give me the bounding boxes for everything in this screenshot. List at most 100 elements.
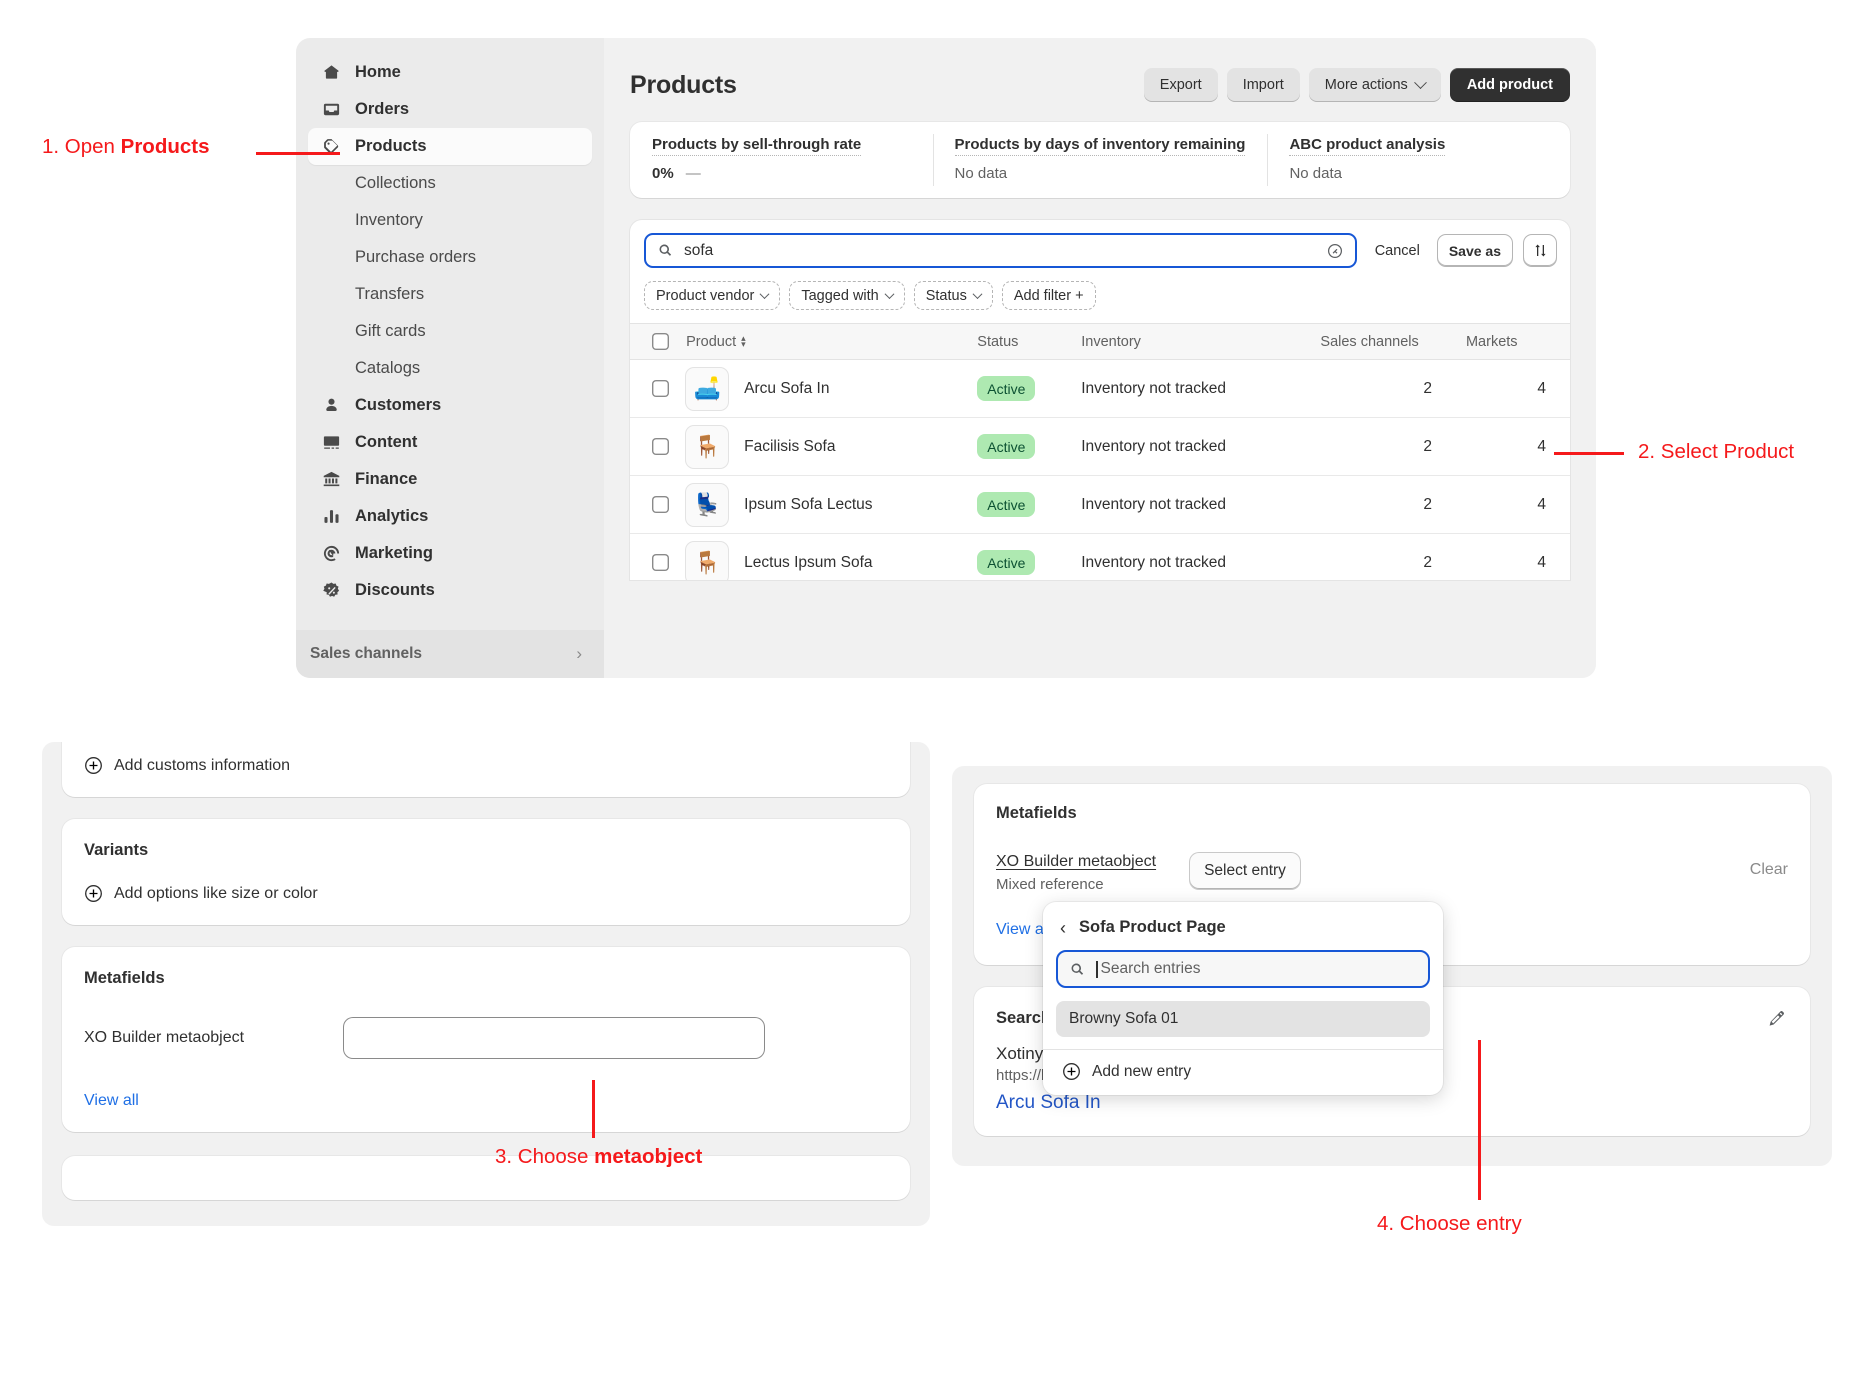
add-options-link[interactable]: Add options like size or color (84, 884, 888, 903)
annotation-leader-1 (256, 152, 340, 155)
insight-sell-through[interactable]: Products by sell-through rate 0% — (630, 122, 933, 198)
seo-product-link[interactable]: Arcu Sofa In (996, 1092, 1788, 1114)
column-inventory: Inventory (1081, 324, 1320, 360)
insight-abc-analysis[interactable]: ABC product analysis No data (1267, 122, 1570, 198)
annotation-step-1: 1. Open Products (42, 135, 210, 159)
sidebar-item-transfers[interactable]: Transfers (308, 276, 592, 313)
annotation-step-4: 4. Choose entry (1377, 1212, 1522, 1236)
product-name[interactable]: Lectus Ipsum Sofa (744, 554, 872, 572)
chip-label: Tagged with (801, 288, 878, 304)
add-customs-information-link[interactable]: Add customs information (84, 756, 888, 775)
more-actions-button[interactable]: More actions (1309, 68, 1441, 102)
table-row[interactable]: 🪑 Facilisis Sofa Active Inventory not tr… (630, 418, 1570, 476)
metafield-name[interactable]: XO Builder metaobject (996, 853, 1156, 871)
filter-tagged-with[interactable]: Tagged with (789, 281, 904, 310)
sidebar-item-discounts[interactable]: Discounts (308, 572, 592, 609)
table-row[interactable]: 💺 Ipsum Sofa Lectus Active Inventory not… (630, 476, 1570, 534)
sidebar-item-customers[interactable]: Customers (308, 387, 592, 424)
product-name[interactable]: Ipsum Sofa Lectus (744, 496, 872, 514)
select-all-header (630, 324, 686, 360)
metafield-row: XO Builder metaobject Mixed reference Se… (996, 853, 1788, 893)
insight-trend: — (686, 165, 701, 182)
row-markets-cell: 4 (1466, 534, 1570, 581)
metafield-input[interactable] (344, 1018, 764, 1058)
row-checkbox[interactable] (652, 380, 669, 397)
insight-days-inventory[interactable]: Products by days of inventory remaining … (933, 122, 1268, 198)
product-thumbnail: 🪑 (686, 542, 728, 581)
filter-product-vendor[interactable]: Product vendor (644, 281, 780, 310)
row-markets-cell: 4 (1466, 418, 1570, 476)
sidebar-item-gift-cards[interactable]: Gift cards (308, 313, 592, 350)
sidebar-item-products[interactable]: Products (308, 128, 592, 165)
sort-button[interactable] (1524, 235, 1556, 266)
view-all-link[interactable]: View all (84, 1092, 888, 1110)
sidebar-item-finance[interactable]: Finance (308, 461, 592, 498)
screenshot-stage: Home Orders Products Collections Invento… (0, 0, 1873, 1383)
insight-value: No data (955, 165, 1008, 182)
row-checkbox[interactable] (652, 438, 669, 455)
sidebar-item-label: Content (355, 433, 417, 452)
sidebar-item-orders[interactable]: Orders (308, 91, 592, 128)
table-header: Product▴▾ Status Inventory Sales channel… (630, 324, 1570, 360)
select-all-checkbox[interactable] (652, 333, 669, 350)
row-select-cell (630, 360, 686, 418)
sidebar-sales-channels[interactable]: Sales channels › (296, 630, 604, 678)
annotation-step-2: 2. Select Product (1638, 440, 1794, 464)
sidebar-item-marketing[interactable]: Marketing (308, 535, 592, 572)
search-input[interactable]: sofa (644, 233, 1357, 268)
search-value: sofa (684, 242, 1316, 260)
filter-status[interactable]: Status (914, 281, 993, 310)
row-status-cell: Active (977, 418, 1081, 476)
save-as-button[interactable]: Save as (1438, 235, 1512, 266)
clear-search-icon[interactable] (1326, 242, 1344, 260)
clear-button[interactable]: Clear (1750, 853, 1788, 879)
add-product-button[interactable]: Add product (1450, 68, 1570, 102)
sidebar-item-inventory[interactable]: Inventory (308, 202, 592, 239)
chip-label: Add filter + (1014, 288, 1084, 304)
filter-add-filter[interactable]: Add filter + (1002, 281, 1096, 310)
sidebar-item-label: Collections (355, 174, 436, 193)
table-row[interactable]: 🪑 Lectus Ipsum Sofa Active Inventory not… (630, 534, 1570, 581)
back-chevron-icon[interactable]: ‹ (1060, 919, 1066, 937)
sidebar-item-label: Finance (355, 470, 417, 489)
row-sales-channels-cell: 2 (1320, 418, 1466, 476)
row-checkbox[interactable] (652, 496, 669, 513)
select-entry-button[interactable]: Select entry (1190, 853, 1300, 889)
column-product[interactable]: Product▴▾ (686, 324, 977, 360)
customers-icon (322, 396, 341, 415)
import-button[interactable]: Import (1227, 68, 1300, 102)
row-select-cell (630, 418, 686, 476)
row-checkbox[interactable] (652, 554, 669, 571)
add-new-entry-button[interactable]: Add new entry (1056, 1050, 1430, 1085)
product-name[interactable]: Arcu Sofa In (744, 380, 829, 398)
sidebar-item-label: Transfers (355, 285, 424, 304)
entries-search-input[interactable]: Search entries (1056, 950, 1430, 988)
chevron-right-icon: › (576, 644, 582, 664)
row-inventory-cell: Inventory not tracked (1081, 418, 1320, 476)
sidebar-item-collections[interactable]: Collections (308, 165, 592, 202)
chevron-down-icon (760, 289, 770, 299)
table-row[interactable]: 🛋️ Arcu Sofa In Active Inventory not tra… (630, 360, 1570, 418)
sidebar-item-catalogs[interactable]: Catalogs (308, 350, 592, 387)
sidebar-item-analytics[interactable]: Analytics (308, 498, 592, 535)
sales-channels-label: Sales channels (310, 645, 422, 663)
table-header-row: Product▴▾ Status Inventory Sales channel… (630, 324, 1570, 360)
sort-arrows-icon (1532, 242, 1549, 259)
entry-picker-popover: ‹ Sofa Product Page Search entries Brown… (1043, 902, 1443, 1095)
row-status-cell: Active (977, 360, 1081, 418)
sidebar-item-home[interactable]: Home (308, 54, 592, 91)
sidebar-item-purchase-orders[interactable]: Purchase orders (308, 239, 592, 276)
entries-search-placeholder: Search entries (1101, 960, 1201, 978)
plus-circle-icon (1062, 1062, 1081, 1081)
row-product-cell: 💺 Ipsum Sofa Lectus (686, 476, 977, 534)
row-markets-cell: 4 (1466, 476, 1570, 534)
table-body: 🛋️ Arcu Sofa In Active Inventory not tra… (630, 360, 1570, 581)
cancel-button[interactable]: Cancel (1369, 243, 1426, 259)
product-name[interactable]: Facilisis Sofa (744, 438, 835, 456)
products-admin-window: Home Orders Products Collections Invento… (296, 38, 1596, 678)
edit-pencil-icon[interactable] (1766, 1009, 1786, 1029)
popover-entry-item[interactable]: Browny Sofa 01 (1056, 1001, 1430, 1037)
export-button[interactable]: Export (1144, 68, 1218, 102)
content-icon (322, 433, 341, 452)
sidebar-item-content[interactable]: Content (308, 424, 592, 461)
